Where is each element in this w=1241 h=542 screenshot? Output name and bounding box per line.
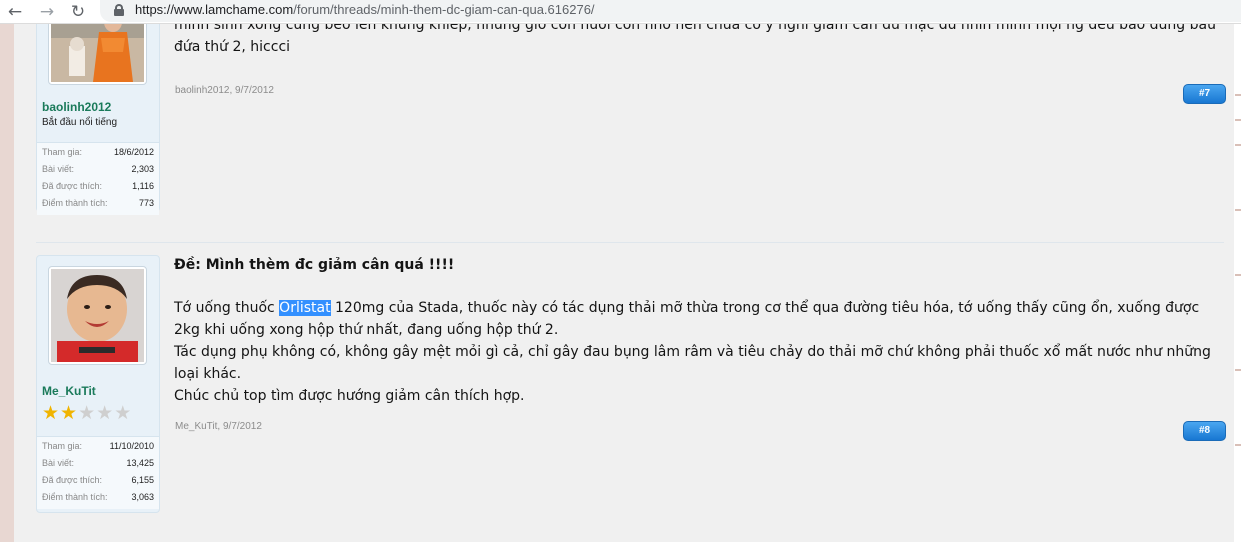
username[interactable]: baolinh2012 — [42, 100, 111, 114]
post-number-button[interactable]: #7 — [1183, 84, 1226, 104]
stat-row: Đã được thích: 1,116 — [42, 181, 154, 191]
url-text[interactable]: https://www.lamchame.com/forum/threads/m… — [135, 2, 595, 17]
star-filled-icon: ★ — [60, 402, 79, 424]
post-paragraph: Tác dụng phụ không có, không gây mệt mỏi… — [174, 344, 1211, 382]
user-info-panel: Me_KuTit ★★★★★ Tham gia: 11/10/2010 Bài v… — [36, 255, 160, 513]
url-field[interactable]: https://www.lamchame.com/forum/threads/m… — [100, 0, 1241, 22]
reload-icon[interactable]: ↻ — [67, 2, 89, 22]
post-body: Tớ uống thuốc Orlistat 120mg của Stada, … — [174, 297, 1224, 407]
star-empty-icon: ★ — [96, 402, 115, 424]
stat-row: Đã được thích: 6,155 — [42, 475, 154, 485]
user-title: Bắt đầu nổi tiếng — [42, 117, 118, 128]
star-filled-icon: ★ — [42, 402, 61, 424]
avatar[interactable] — [48, 24, 147, 85]
post-body-line: đứa thứ 2, hiccci — [174, 39, 291, 55]
post-meta[interactable]: Me_KuTit, 9/7/2012 — [175, 421, 262, 432]
stat-row: Tham gia: 11/10/2010 — [42, 441, 154, 451]
stat-row: Điểm thành tích: 773 — [42, 198, 154, 208]
user-info-panel: baolinh2012 Bắt đầu nổi tiếng Tham gia: 1… — [36, 24, 160, 215]
post-paragraph: Tớ uống thuốc Orlistat 120mg của Stada, … — [174, 300, 1200, 338]
star-empty-icon: ★ — [78, 402, 97, 424]
user-stats: Tham gia: 18/6/2012 Bài viết: 2,303 Đã đượ… — [37, 142, 159, 215]
stat-row: Bài viết: 2,303 — [42, 164, 154, 174]
post-paragraph: Chúc chủ top tìm được hướng giảm cân thí… — [174, 388, 525, 404]
selected-text[interactable]: Orlistat — [279, 300, 331, 316]
post-meta[interactable]: baolinh2012, 9/7/2012 — [175, 85, 274, 96]
star-empty-icon: ★ — [114, 402, 133, 424]
rating-stars: ★★★★★ — [42, 403, 132, 423]
user-avatar-image — [51, 24, 144, 82]
thread-content: baolinh2012 Bắt đầu nổi tiếng Tham gia: 1… — [14, 24, 1234, 542]
stat-row: Bài viết: 13,425 — [42, 458, 154, 468]
lock-icon — [114, 4, 124, 16]
page-right-margin — [1234, 24, 1241, 542]
post-title: Đề: Mình thèm đc giảm cân quá !!!! — [174, 257, 455, 273]
user-avatar-image — [51, 269, 144, 362]
stat-row: Điểm thành tích: 3,063 — [42, 492, 154, 502]
username[interactable]: Me_KuTit — [42, 384, 96, 398]
post-number-button[interactable]: #8 — [1183, 421, 1226, 441]
avatar[interactable] — [48, 266, 147, 365]
back-arrow-icon[interactable]: ← — [4, 2, 26, 22]
post-divider — [36, 242, 1224, 243]
forward-arrow-icon[interactable]: → — [36, 2, 58, 22]
post-body-line: mình sinh xong cũng béo lên khủng khiếp,… — [174, 24, 1216, 33]
user-stats: Tham gia: 11/10/2010 Bài viết: 13,425 Đã đ… — [37, 436, 159, 509]
browser-address-bar: ← → ↻ https://www.lamchame.com/forum/thr… — [0, 0, 1241, 24]
stat-row: Tham gia: 18/6/2012 — [42, 147, 154, 157]
page-left-margin — [0, 24, 14, 542]
